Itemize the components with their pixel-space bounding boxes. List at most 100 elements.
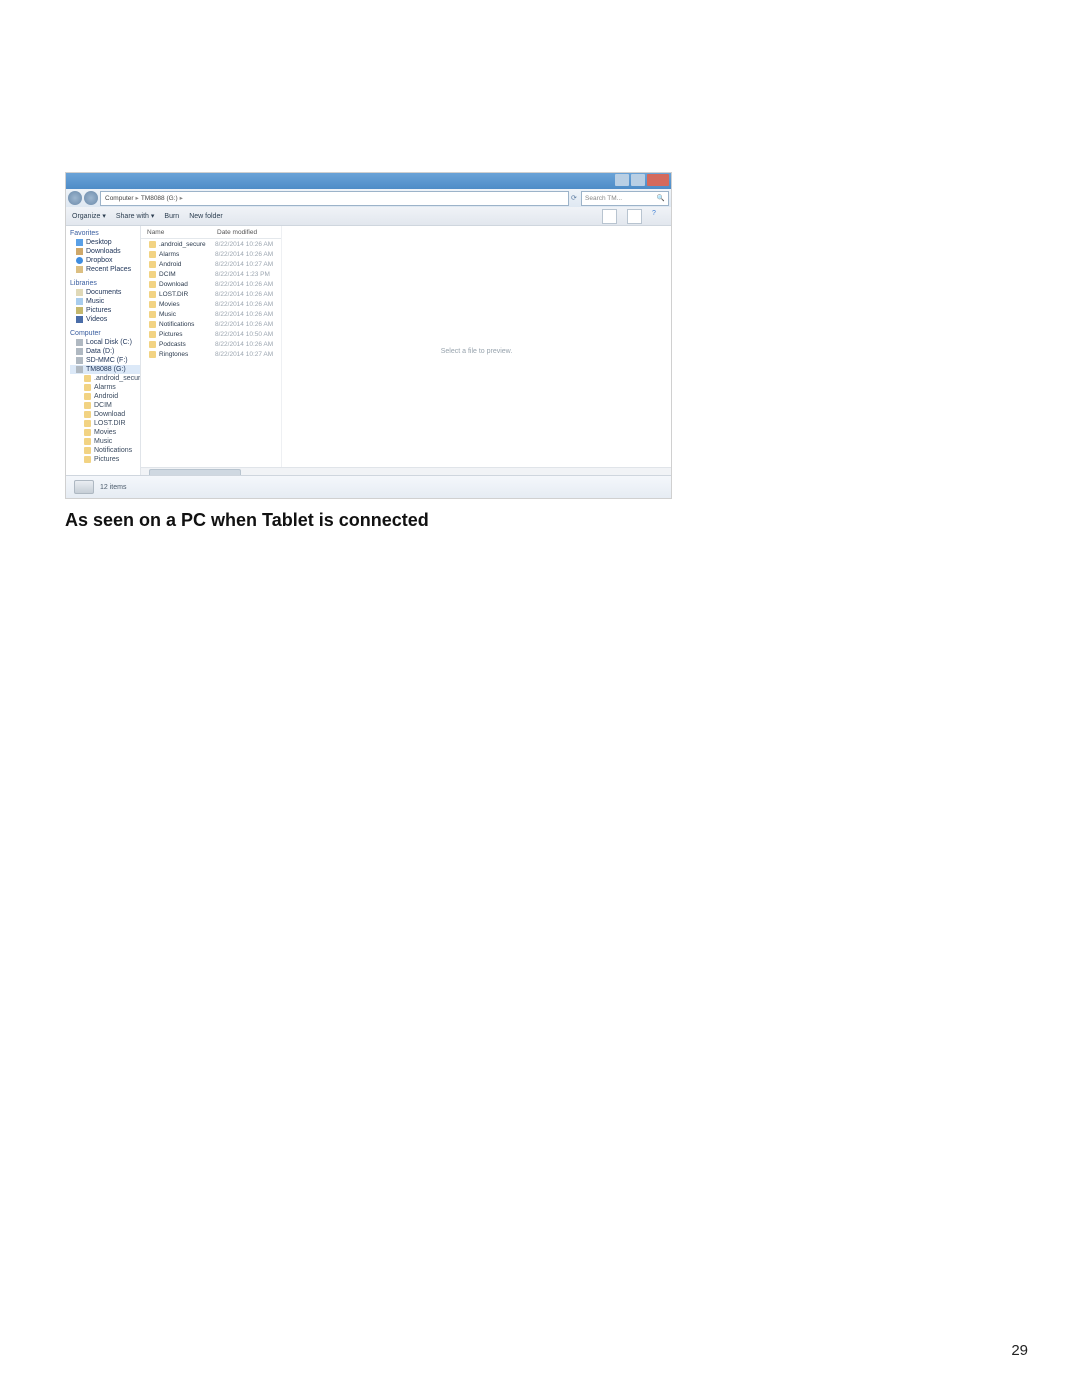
preview-hint: Select a file to preview. xyxy=(441,348,513,355)
recent-icon xyxy=(76,266,83,273)
file-name: Notifications xyxy=(159,321,194,328)
chevron-right-icon: ▸ xyxy=(136,194,139,202)
maximize-button[interactable] xyxy=(631,174,645,186)
refresh-icon[interactable]: ⟳ xyxy=(571,194,579,202)
drive-icon xyxy=(76,366,83,373)
file-row[interactable]: Android 8/22/2014 10:27 AM xyxy=(141,259,281,269)
desktop-icon xyxy=(76,239,83,246)
nav-favorites[interactable]: Favorites xyxy=(70,228,140,238)
breadcrumb-seg[interactable]: TM8088 (G:) xyxy=(141,195,178,202)
file-row[interactable]: DCIM8/22/2014 1:23 PM xyxy=(141,269,281,279)
file-row[interactable]: Download 8/22/2014 10:26 AM xyxy=(141,279,281,289)
help-icon[interactable]: ? xyxy=(652,210,665,223)
nav-sub-item[interactable]: Music xyxy=(70,437,140,446)
status-bar: 12 items xyxy=(66,475,671,498)
explorer-window: Computer ▸ TM8088 (G:) ▸ ⟳ Search TM... … xyxy=(65,172,672,499)
file-date: 8/22/2014 10:50 AM xyxy=(215,331,273,338)
folder-icon xyxy=(84,402,91,409)
file-row[interactable]: Music8/22/2014 10:26 AM xyxy=(141,309,281,319)
file-date: 8/22/2014 10:26 AM xyxy=(215,321,273,328)
file-date: 8/22/2014 10:26 AM xyxy=(215,281,273,288)
nav-sub-item[interactable]: .android_secure xyxy=(70,374,140,383)
folder-icon xyxy=(149,291,156,298)
nav-item-dropbox[interactable]: Dropbox xyxy=(70,256,140,265)
nav-sub-item[interactable]: Movies xyxy=(70,428,140,437)
pictures-icon xyxy=(76,307,83,314)
folder-icon xyxy=(149,351,156,358)
search-input[interactable]: Search TM... 🔍 xyxy=(581,191,669,206)
nav-sub-item[interactable]: Notifications xyxy=(70,446,140,455)
nav-item-desktop[interactable]: Desktop xyxy=(70,238,140,247)
close-button[interactable] xyxy=(647,174,669,186)
forward-button[interactable] xyxy=(84,191,98,205)
nav-item-videos[interactable]: Videos xyxy=(70,315,140,324)
folder-icon xyxy=(84,411,91,418)
nav-item-sdmmc[interactable]: SD-MMC (F:) xyxy=(70,356,140,365)
file-date: 8/22/2014 1:23 PM xyxy=(215,271,270,278)
organize-button[interactable]: Organize ▾ xyxy=(72,212,106,220)
nav-sub-item[interactable]: LOST.DIR xyxy=(70,419,140,428)
window-titlebar xyxy=(66,173,671,189)
col-name[interactable]: Name xyxy=(147,229,217,236)
file-name: Android xyxy=(159,261,181,268)
nav-item-recent[interactable]: Recent Places xyxy=(70,265,140,274)
file-row[interactable]: Podcasts8/22/2014 10:26 AM xyxy=(141,339,281,349)
nav-item-pictures[interactable]: Pictures xyxy=(70,306,140,315)
folder-icon xyxy=(149,301,156,308)
file-date: 8/22/2014 10:26 AM xyxy=(215,251,273,258)
file-row[interactable]: Ringtones 8/22/2014 10:27 AM xyxy=(141,349,281,359)
nav-libraries[interactable]: Libraries xyxy=(70,278,140,288)
nav-item-documents[interactable]: Documents xyxy=(70,288,140,297)
folder-icon xyxy=(149,311,156,318)
nav-item-music[interactable]: Music xyxy=(70,297,140,306)
toolbar: Organize ▾ Share with ▾ Burn New folder … xyxy=(66,207,671,226)
drive-icon xyxy=(76,357,83,364)
status-text: 12 items xyxy=(100,484,126,491)
folder-icon xyxy=(149,281,156,288)
file-date: 8/22/2014 10:27 AM xyxy=(215,351,273,358)
newfolder-button[interactable]: New folder xyxy=(189,213,222,220)
nav-sub-item[interactable]: Pictures xyxy=(70,455,140,464)
sharewith-button[interactable]: Share with ▾ xyxy=(116,212,155,220)
file-row[interactable]: .android_secure8/22/2014 10:26 AM xyxy=(141,239,281,249)
folder-icon xyxy=(84,393,91,400)
nav-computer[interactable]: Computer xyxy=(70,328,140,338)
nav-item-downloads[interactable]: Downloads xyxy=(70,247,140,256)
nav-sub-item[interactable]: Download xyxy=(70,410,140,419)
nav-sub-item[interactable]: Alarms xyxy=(70,383,140,392)
file-name: Download xyxy=(159,281,188,288)
folder-icon xyxy=(149,241,156,248)
file-row[interactable]: Pictures8/22/2014 10:50 AM xyxy=(141,329,281,339)
page-number: 29 xyxy=(1011,1342,1028,1359)
col-date[interactable]: Date modified xyxy=(217,229,257,236)
nav-item-data[interactable]: Data (D:) xyxy=(70,347,140,356)
folder-icon xyxy=(84,447,91,454)
preview-toggle[interactable] xyxy=(627,209,642,224)
file-row[interactable]: Movies8/22/2014 10:26 AM xyxy=(141,299,281,309)
column-headers[interactable]: Name Date modified xyxy=(141,226,281,239)
nav-item-localdisk[interactable]: Local Disk (C:) xyxy=(70,338,140,347)
nav-sub-item[interactable]: DCIM xyxy=(70,401,140,410)
nav-item-device[interactable]: TM8088 (G:) xyxy=(70,365,140,374)
back-button[interactable] xyxy=(68,191,82,205)
videos-icon xyxy=(76,316,83,323)
file-row[interactable]: Notifications 8/22/2014 10:26 AM xyxy=(141,319,281,329)
drive-icon xyxy=(76,339,83,346)
folder-icon xyxy=(149,271,156,278)
dropbox-icon xyxy=(76,257,83,264)
documents-icon xyxy=(76,289,83,296)
file-name: Podcasts xyxy=(159,341,186,348)
file-date: 8/22/2014 10:27 AM xyxy=(215,261,273,268)
file-name: Alarms xyxy=(159,251,179,258)
minimize-button[interactable] xyxy=(615,174,629,186)
view-button[interactable] xyxy=(602,209,617,224)
nav-sub-item[interactable]: Android xyxy=(70,392,140,401)
content-pane: Name Date modified .android_secure8/22/2… xyxy=(141,226,671,477)
file-row[interactable]: Alarms 8/22/2014 10:26 AM xyxy=(141,249,281,259)
breadcrumb-seg[interactable]: Computer xyxy=(105,195,134,202)
breadcrumb[interactable]: Computer ▸ TM8088 (G:) ▸ xyxy=(100,191,569,206)
drive-icon xyxy=(74,480,94,494)
file-name: Ringtones xyxy=(159,351,188,358)
burn-button[interactable]: Burn xyxy=(164,213,179,220)
file-row[interactable]: LOST.DIR8/22/2014 10:26 AM xyxy=(141,289,281,299)
